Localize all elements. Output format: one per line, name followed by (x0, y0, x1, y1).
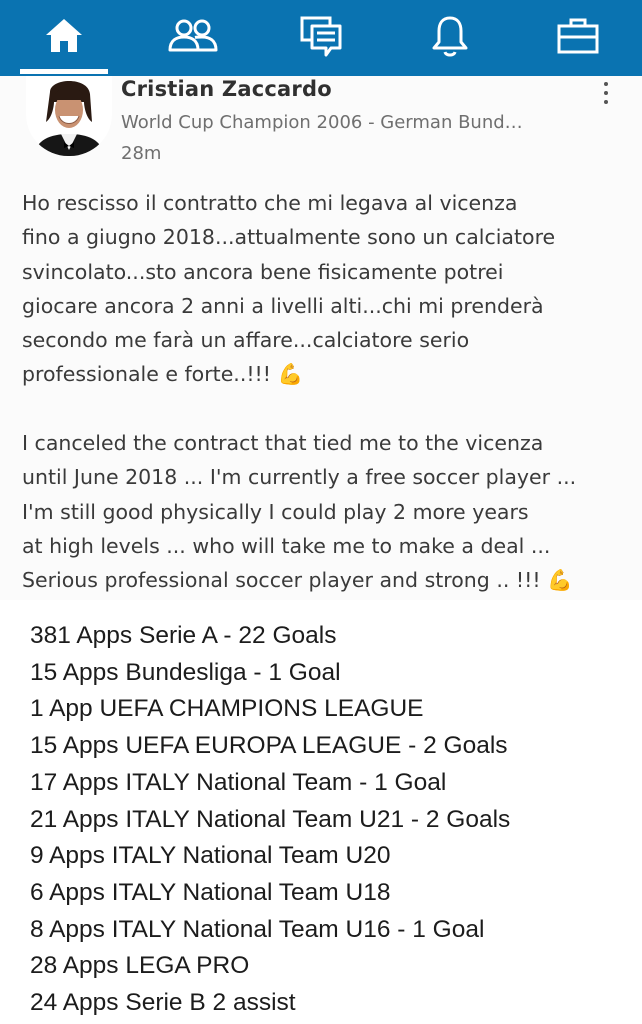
post-text: Ho rescisso il contratto che mi legava a… (22, 186, 632, 598)
stats-line: 381 Apps Serie A - 22 Goals (30, 622, 337, 649)
author-photo (26, 76, 112, 156)
post-line: professionale e forte..!!! 💪 (22, 362, 304, 387)
stats-line: 28 Apps LEGA PRO (30, 952, 250, 980)
author-avatar[interactable] (26, 76, 112, 156)
stats-line: 24 Apps Serie B 2 assist (30, 989, 296, 1017)
post-timestamp: 28m (121, 143, 162, 164)
notifications-bell-icon (432, 16, 468, 57)
nav-messaging-button[interactable] (271, 0, 371, 72)
post-line: secondo me farà un affare...calciatore s… (22, 328, 470, 353)
stats-line: 9 Apps ITALY National Team U20 (30, 842, 391, 870)
post-line: giocare ancora 2 anni a livelli alti...c… (22, 293, 544, 318)
post-more-options-icon[interactable] (596, 82, 616, 108)
author-name[interactable]: Cristian Zaccardo (121, 77, 332, 101)
screenshot-seam (0, 600, 642, 614)
post-line: until June 2018 ... I'm currently a free… (22, 465, 577, 490)
post-line: at high levels ... who will take me to m… (22, 533, 551, 558)
stats-line: 17 Apps ITALY National Team - 1 Goal (30, 768, 447, 796)
post-line: Ho rescisso il contratto che mi legava a… (22, 191, 518, 215)
messaging-icon (300, 16, 342, 57)
post-line: Serious professional soccer player and s… (22, 568, 573, 593)
nav-jobs-button[interactable] (528, 0, 628, 72)
nav-active-indicator (20, 69, 108, 74)
stats-line: 15 Apps UEFA EUROPA LEAGUE - 2 Goals (30, 732, 508, 760)
home-icon (46, 19, 82, 52)
stats-line: 21 Apps ITALY National Team U21 - 2 Goal… (30, 805, 511, 833)
post-line: svincolato...sto ancora bene fisicamente… (22, 259, 504, 284)
nav-network-button[interactable] (143, 0, 243, 72)
nav-notifications-button[interactable] (400, 0, 500, 72)
stats-line: 15 Apps Bundesliga - 1 Goal (30, 658, 341, 686)
post-line: fino a giugno 2018...attualmente sono un… (22, 225, 556, 250)
stats-line: 6 Apps ITALY National Team U18 (30, 878, 391, 906)
stats-line: 8 Apps ITALY National Team U16 - 1 Goal (30, 915, 485, 943)
career-stats-list: 381 Apps Serie A - 22 Goals 15 Apps Bund… (30, 618, 630, 1022)
nav-home-button[interactable] (14, 0, 114, 72)
jobs-briefcase-icon (557, 18, 599, 54)
stats-line: 1 App UEFA CHAMPIONS LEAGUE (30, 695, 424, 723)
post-line: I canceled the contract that tied me to … (22, 431, 544, 456)
post-line: I'm still good physically I could play 2… (22, 499, 529, 524)
network-icon (168, 19, 218, 52)
top-nav-bar (0, 0, 642, 76)
author-headline: World Cup Champion 2006 - German Bund… (121, 112, 523, 133)
